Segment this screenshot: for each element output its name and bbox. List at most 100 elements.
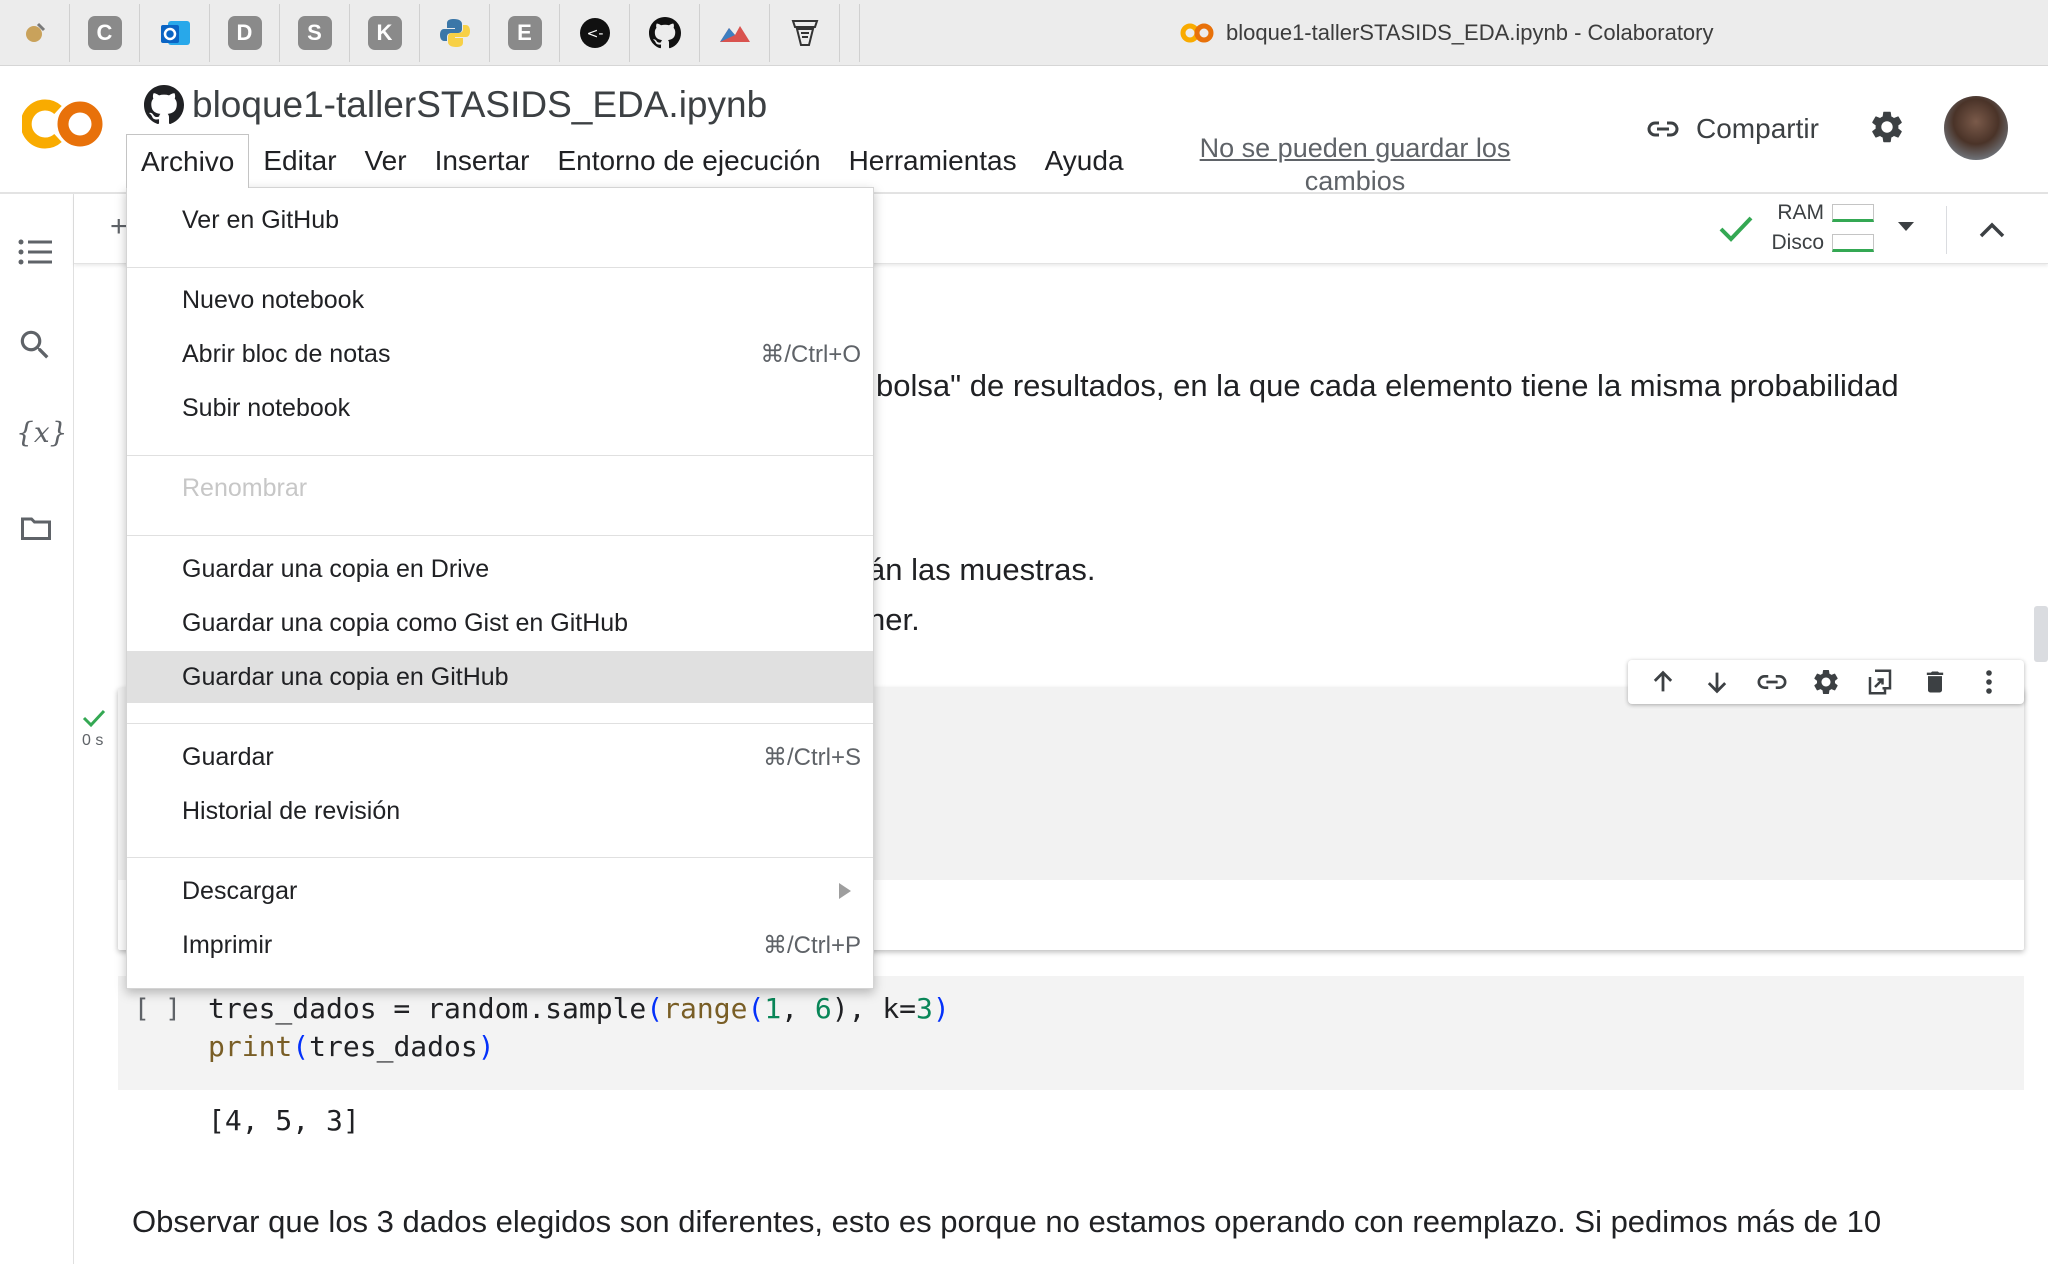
code-token: 1 [764,992,782,1025]
menu-item-label: Guardar una copia como Gist en GitHub [182,608,629,637]
bookmark-k[interactable]: K [350,4,420,62]
code-token: tres_dados = random.sample [208,992,647,1025]
menu-insertar[interactable]: Insertar [421,134,544,188]
markdown-text-line: Observar que los 3 dados elegidos son di… [132,1204,1882,1239]
menu-item-nuevo-notebook[interactable]: Nuevo notebook [127,274,873,326]
table-of-contents-icon[interactable] [16,236,56,273]
code-token: 3 [916,992,933,1025]
code-token: tres_dados [309,1030,478,1063]
submenu-arrow-icon [839,883,851,899]
outlook-icon[interactable] [140,4,210,62]
chevron-up-icon[interactable] [1976,216,2008,249]
menu-separator [127,267,873,268]
code-token: ( [646,992,664,1025]
code-token: ( [747,992,765,1025]
markdown-text-line: ner. [868,602,920,637]
python-icon[interactable] [420,4,490,62]
menu-separator [127,857,873,858]
code-cell[interactable]: [ ] tres_dados = random.sample(range(1, … [118,976,2024,1090]
toolbar-divider [1946,206,1947,254]
svg-text:<-: <- [586,26,603,42]
resource-labels[interactable]: RAM Disco [1752,198,1824,258]
menu-item-guardar[interactable]: Guardar ⌘/Ctrl+S [127,731,873,783]
notebook-title-row: bloque1-tallerSTASIDS_EDA.ipynb [144,80,767,130]
bookmark-s[interactable]: S [280,4,350,62]
variables-icon[interactable]: {x} [16,416,67,449]
browser-bookmark-bar: C D S K E <- bloque1-tallerSTASIDS_EDA.i… [0,0,2048,66]
share-button[interactable]: Compartir [1646,104,1819,154]
menu-ver[interactable]: Ver [351,134,421,188]
menu-item-imprimir[interactable]: Imprimir ⌘/Ctrl+P [127,919,873,971]
more-vert-icon[interactable] [1969,662,2009,702]
ram-label: RAM [1777,201,1824,224]
bookmark-d[interactable]: D [210,4,280,62]
mountain-icon[interactable] [700,4,770,62]
scrollbar-thumb[interactable] [2034,606,2048,662]
share-label: Compartir [1696,113,1819,144]
link-icon[interactable] [1752,662,1792,702]
notebook-title[interactable]: bloque1-tallerSTASIDS_EDA.ipynb [192,84,767,126]
github-icon [144,85,184,125]
disk-usage-bar [1832,234,1874,252]
menu-archivo[interactable]: Archivo [126,134,250,188]
menu-item-ver-en-github[interactable]: Ver en GitHub [127,194,873,246]
code-token: 6 [814,992,832,1025]
arrow-down-icon[interactable] [1697,662,1737,702]
menu-item-label: Subir notebook [182,393,351,422]
bookmark-e[interactable]: E [490,4,560,62]
code-token: ) [477,1030,495,1063]
cell-toolbar [1628,660,2024,704]
menu-item-label: Guardar una copia en GitHub [182,662,509,691]
ram-usage-bar [1832,204,1874,222]
misc-bookmark-icon[interactable] [0,4,70,62]
menu-item-subir-notebook[interactable]: Subir notebook [127,382,873,434]
code-token: print [208,1030,293,1063]
menu-item-guardar-copia-drive[interactable]: Guardar una copia en Drive [127,543,873,595]
file-menu-dropdown: Ver en GitHub Nuevo notebook Abrir bloc … [126,187,874,989]
code-line[interactable]: tres_dados = random.sample(range(1, 6), … [208,992,950,1025]
save-warning-link[interactable]: No se pueden guardar los cambios [1180,132,1530,198]
mirror-cell-icon[interactable] [1860,662,1900,702]
menu-item-label: Renombrar [182,473,308,502]
menu-separator [127,535,873,536]
menu-item-guardar-copia-github[interactable]: Guardar una copia en GitHub [127,651,873,703]
code-token: range [663,992,748,1025]
delete-icon[interactable] [1915,662,1955,702]
menu-entorno-de-ejecucion[interactable]: Entorno de ejecución [544,134,835,188]
search-icon[interactable] [16,326,54,369]
menu-herramientas[interactable]: Herramientas [835,134,1031,188]
gear-icon[interactable] [1806,662,1846,702]
bookmark-bar-end [840,4,860,62]
bookmark-c[interactable]: C [70,4,140,62]
folder-icon[interactable] [16,510,56,551]
cell-executed-check-icon [82,708,106,733]
menu-separator [127,455,873,456]
connected-check-icon [1718,214,1754,249]
menu-editar[interactable]: Editar [249,134,350,188]
menu-item-abrir-bloc-de-notas[interactable]: Abrir bloc de notas ⌘/Ctrl+O [127,328,873,380]
menu-item-renombrar: Renombrar [127,462,873,514]
menu-separator [127,723,873,724]
menu-item-descargar[interactable]: Descargar [127,865,873,917]
add-code-plus-icon[interactable]: + [110,210,128,244]
settings-gear-icon[interactable] [1868,108,1906,151]
menu-item-guardar-copia-gist[interactable]: Guardar una copia como Gist en GitHub [127,597,873,649]
disk-label: Disco [1771,231,1824,254]
chevron-down-icon[interactable] [1898,222,1914,231]
menu-item-historial-de-revision[interactable]: Historial de revisión [127,785,873,837]
menu-item-shortcut: ⌘/Ctrl+O [760,340,861,368]
arrow-up-icon[interactable] [1643,662,1683,702]
code-line[interactable]: print(tres_dados) [208,1030,495,1063]
terminal-icon[interactable] [770,4,840,62]
code-token: , [781,992,815,1025]
back-arrow-circle-icon[interactable]: <- [560,4,630,62]
run-cell-button[interactable]: [ ] [134,994,181,1024]
window-title: bloque1-tallerSTASIDS_EDA.ipynb - Colabo… [1180,0,1714,66]
menu-ayuda[interactable]: Ayuda [1031,134,1138,188]
colab-logo-icon[interactable] [20,96,106,157]
avatar[interactable] [1944,96,2008,160]
cell-output: [4, 5, 3] [208,1104,360,1137]
github-icon[interactable] [630,4,700,62]
menu-item-label: Descargar [182,876,298,905]
menu-item-label: Historial de revisión [182,796,401,825]
